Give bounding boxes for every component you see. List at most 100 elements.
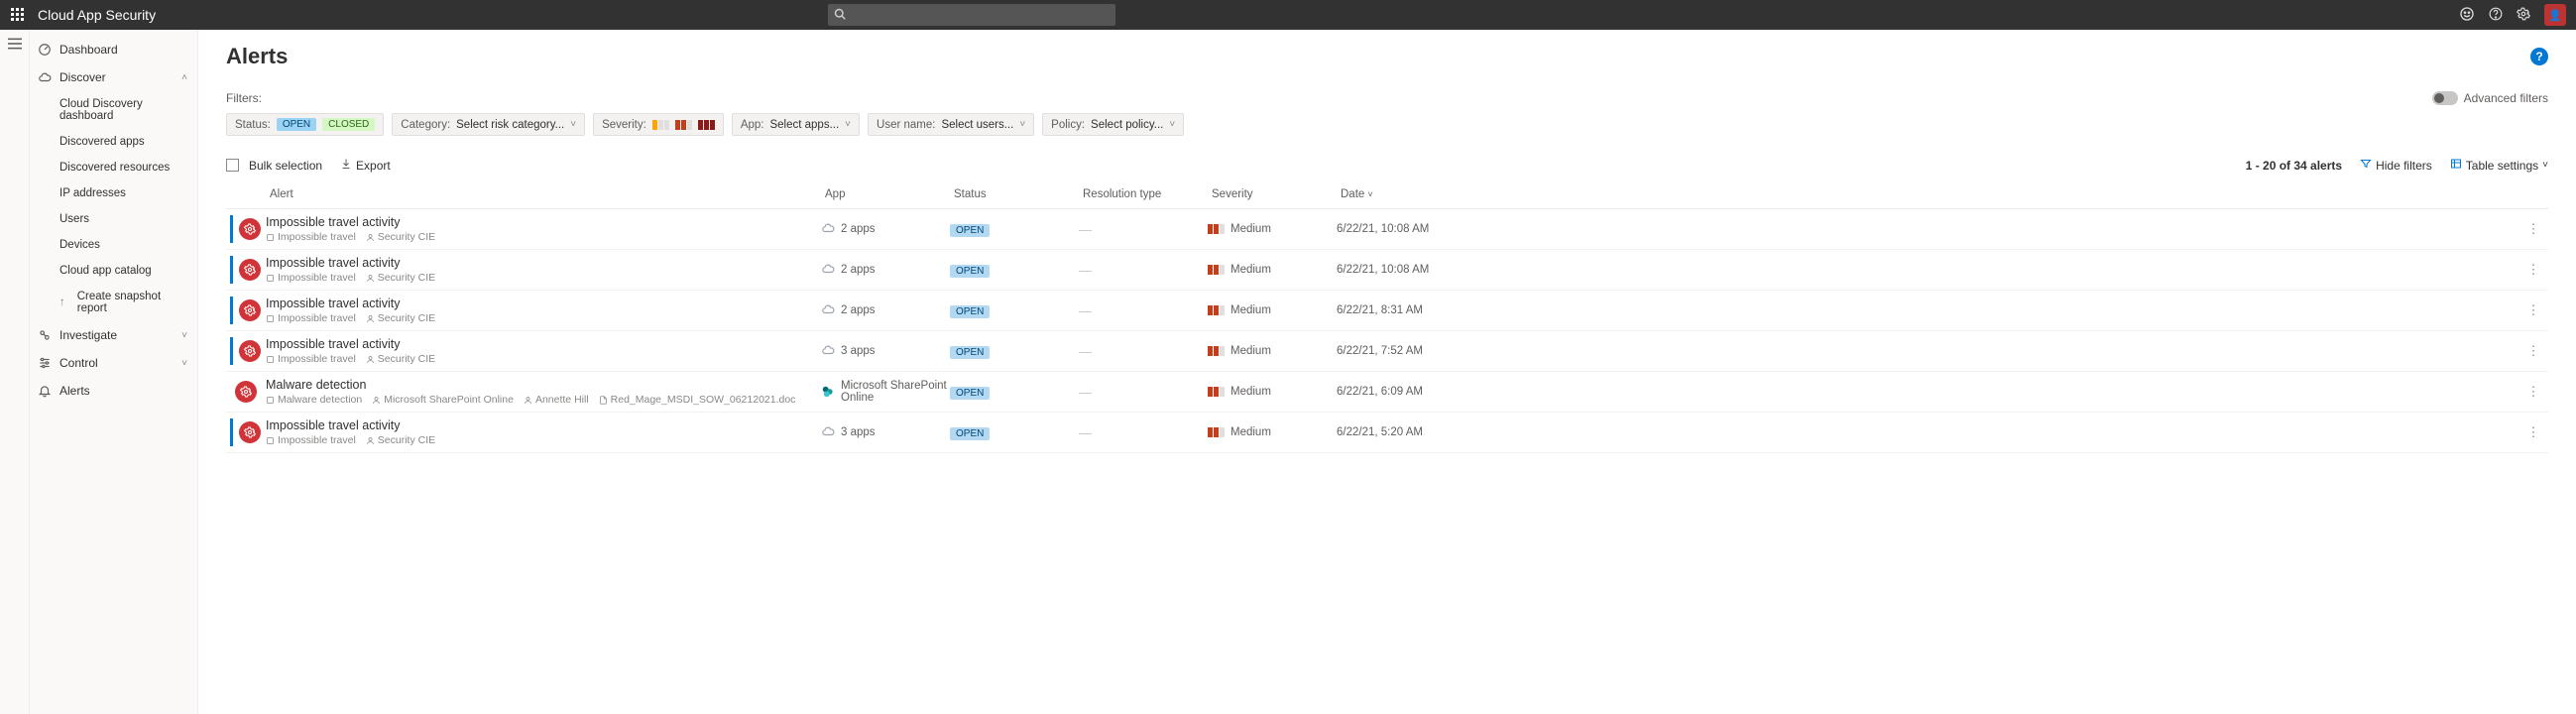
sidebar-item-cloud-discovery-dashboard[interactable]: Cloud Discovery dashboard bbox=[30, 91, 197, 129]
table-row[interactable]: Malware detection Malware detectionMicros… bbox=[226, 372, 2548, 413]
severity-medium-icon bbox=[1208, 265, 1225, 275]
row-more-icon[interactable]: ⋮ bbox=[2518, 221, 2548, 237]
resolution-cell: — bbox=[1079, 385, 1208, 400]
page-help-icon[interactable]: ? bbox=[2530, 48, 2548, 65]
status-badge: OPEN bbox=[950, 427, 990, 440]
date-cell: 6/22/21, 6:09 AM bbox=[1337, 386, 2518, 398]
chevron-down-icon: ˅ bbox=[1368, 189, 1373, 199]
severity-medium-icon bbox=[1208, 387, 1225, 397]
alert-subtitle: Impossible travelSecurity CIE bbox=[266, 312, 821, 324]
cloud-icon bbox=[821, 343, 835, 360]
sidebar-item-alerts[interactable]: Alerts bbox=[30, 377, 197, 405]
filter-username[interactable]: User name: Select users... ˅ bbox=[868, 113, 1034, 136]
download-icon bbox=[340, 158, 352, 173]
global-search[interactable] bbox=[828, 4, 1115, 26]
sidebar-item-cloud-app-catalog[interactable]: Cloud app catalog bbox=[30, 258, 197, 284]
filter-status[interactable]: Status: OPEN CLOSED bbox=[226, 113, 384, 136]
status-closed-tag[interactable]: CLOSED bbox=[322, 118, 375, 131]
row-more-icon[interactable]: ⋮ bbox=[2518, 343, 2548, 359]
investigate-icon bbox=[38, 328, 52, 342]
col-resolution[interactable]: Resolution type bbox=[1079, 186, 1208, 202]
sidebar-item-control[interactable]: Control ˅ bbox=[30, 349, 197, 377]
table-row[interactable]: Impossible travel activityImpossible tra… bbox=[226, 331, 2548, 372]
severity-medium-icon bbox=[1208, 427, 1225, 437]
col-date[interactable]: Date ˅ bbox=[1337, 186, 2518, 202]
filter-bar: Status: OPEN CLOSED Category: Select ris… bbox=[226, 113, 2548, 136]
alert-type-icon bbox=[239, 340, 261, 362]
filter-policy[interactable]: Policy: Select policy... ˅ bbox=[1042, 113, 1184, 136]
sidebar-item-discovered-resources[interactable]: Discovered resources bbox=[30, 155, 197, 180]
sidebar-item-discovered-apps[interactable]: Discovered apps bbox=[30, 129, 197, 155]
chevron-down-icon: ˅ bbox=[1169, 119, 1175, 130]
hamburger-icon[interactable] bbox=[8, 38, 22, 53]
date-cell: 6/22/21, 10:08 AM bbox=[1337, 223, 2518, 235]
status-badge: OPEN bbox=[950, 224, 990, 237]
table-row[interactable]: Impossible travel activityImpossible tra… bbox=[226, 209, 2548, 250]
cloud-icon bbox=[38, 70, 52, 84]
alert-subtitle: Impossible travelSecurity CIE bbox=[266, 353, 821, 365]
row-more-icon[interactable]: ⋮ bbox=[2518, 302, 2548, 318]
app-launcher-icon[interactable] bbox=[10, 7, 26, 23]
app-title: Cloud App Security bbox=[38, 7, 156, 23]
dashboard-icon bbox=[38, 43, 52, 57]
severity-cell: Medium bbox=[1208, 386, 1337, 398]
sidebar-item-investigate[interactable]: Investigate ˅ bbox=[30, 321, 197, 349]
sidebar-item-ip-addresses[interactable]: IP addresses bbox=[30, 180, 197, 206]
app-cell: Microsoft SharePoint Online bbox=[821, 380, 950, 404]
table-row[interactable]: Impossible travel activityImpossible tra… bbox=[226, 413, 2548, 453]
row-more-icon[interactable]: ⋮ bbox=[2518, 384, 2548, 400]
severity-medium-icon[interactable] bbox=[675, 120, 692, 130]
alert-subtitle: Malware detectionMicrosoft SharePoint On… bbox=[266, 394, 821, 406]
status-badge: OPEN bbox=[950, 265, 990, 278]
col-alert[interactable]: Alert bbox=[266, 186, 821, 202]
alert-type-icon bbox=[239, 218, 261, 240]
feedback-icon[interactable] bbox=[2459, 6, 2475, 25]
results-range: 1 - 20 of 34 alerts bbox=[2246, 159, 2342, 173]
status-open-tag[interactable]: OPEN bbox=[277, 118, 316, 131]
sidebar-item-create-snapshot-report[interactable]: ↑ Create snapshot report bbox=[30, 284, 197, 321]
filter-severity[interactable]: Severity: bbox=[593, 113, 724, 136]
table-icon bbox=[2450, 158, 2462, 173]
status-badge: OPEN bbox=[950, 387, 990, 400]
severity-cell: Medium bbox=[1208, 426, 1337, 438]
col-app[interactable]: App bbox=[821, 186, 950, 202]
advanced-filters-toggle[interactable] bbox=[2432, 91, 2458, 105]
row-more-icon[interactable]: ⋮ bbox=[2518, 424, 2548, 440]
filter-app[interactable]: App: Select apps... ˅ bbox=[732, 113, 860, 136]
col-status[interactable]: Status bbox=[950, 186, 1079, 202]
col-severity[interactable]: Severity bbox=[1208, 186, 1337, 202]
search-input[interactable] bbox=[828, 4, 1115, 26]
sidebar-item-discover[interactable]: Discover ˄ bbox=[30, 63, 197, 91]
sidebar-label: Dashboard bbox=[59, 43, 118, 57]
control-icon bbox=[38, 356, 52, 370]
severity-medium-icon bbox=[1208, 224, 1225, 234]
table-header: Alert App Status Resolution type Severit… bbox=[226, 180, 2548, 209]
hide-filters-button[interactable]: Hide filters bbox=[2360, 158, 2432, 173]
cloud-icon bbox=[821, 221, 835, 238]
chevron-down-icon: ˅ bbox=[181, 358, 187, 369]
user-avatar[interactable]: 👤 bbox=[2544, 4, 2566, 26]
row-more-icon[interactable]: ⋮ bbox=[2518, 262, 2548, 278]
sidebar-item-users[interactable]: Users bbox=[30, 206, 197, 232]
export-button[interactable]: Export bbox=[340, 158, 391, 173]
help-icon[interactable] bbox=[2489, 7, 2503, 24]
filter-icon bbox=[2360, 158, 2372, 173]
sidebar-item-devices[interactable]: Devices bbox=[30, 232, 197, 258]
app-cell: 3 apps bbox=[821, 343, 950, 360]
sharepoint-icon bbox=[821, 385, 835, 399]
bulk-selection-button[interactable]: Bulk selection bbox=[226, 159, 322, 173]
checkbox-icon[interactable] bbox=[226, 159, 239, 172]
upload-icon: ↑ bbox=[59, 297, 65, 308]
severity-high-icon[interactable] bbox=[698, 120, 715, 130]
table-settings-button[interactable]: Table settings ˅ bbox=[2450, 158, 2548, 173]
alert-title: Malware detection bbox=[266, 378, 821, 392]
table-row[interactable]: Impossible travel activityImpossible tra… bbox=[226, 250, 2548, 291]
settings-icon[interactable] bbox=[2517, 7, 2530, 24]
filter-category[interactable]: Category: Select risk category... ˅ bbox=[392, 113, 585, 136]
table-row[interactable]: Impossible travel activityImpossible tra… bbox=[226, 291, 2548, 331]
sidebar-item-dashboard[interactable]: Dashboard bbox=[30, 36, 197, 63]
sidebar-label: Discover bbox=[59, 70, 106, 84]
top-bar: Cloud App Security 👤 bbox=[0, 0, 2576, 30]
severity-low-icon[interactable] bbox=[652, 120, 669, 130]
date-cell: 6/22/21, 8:31 AM bbox=[1337, 304, 2518, 316]
